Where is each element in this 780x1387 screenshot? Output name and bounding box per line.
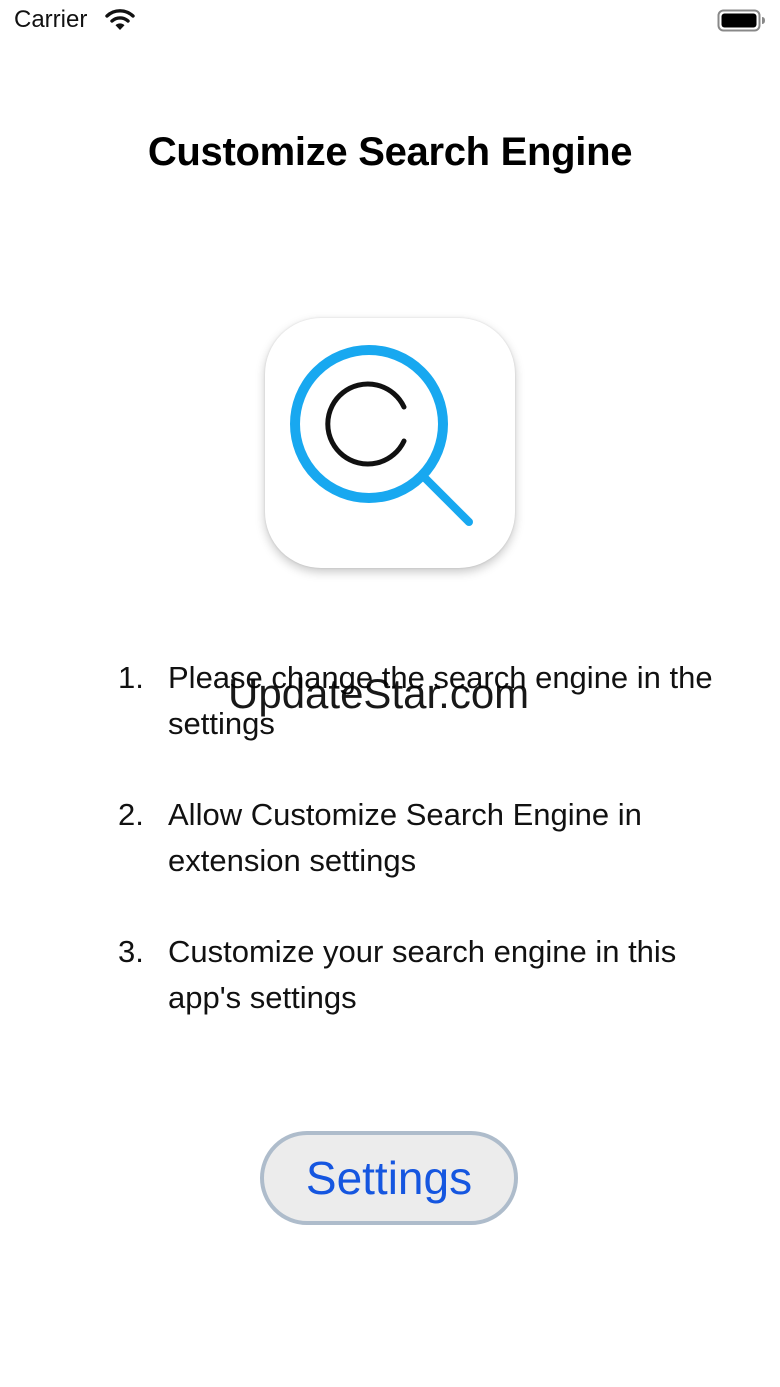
list-item: 1. Please change the search engine in th…: [118, 655, 718, 747]
step-number: 2.: [118, 797, 144, 832]
magnifier-c-icon: [290, 345, 473, 526]
instructions-list: 1. Please change the search engine in th…: [118, 655, 718, 1066]
step-text: Allow Customize Search Engine in extensi…: [168, 797, 642, 878]
step-number: 1.: [118, 660, 144, 695]
step-number: 3.: [118, 934, 144, 969]
settings-button[interactable]: Settings: [260, 1131, 518, 1225]
page-title: Customize Search Engine: [147, 130, 633, 174]
app-icon: [265, 318, 515, 568]
carrier-label: Carrier: [14, 6, 88, 33]
step-text: Please change the search engine in the s…: [168, 660, 713, 741]
step-text: Customize your search engine in this app…: [168, 934, 677, 1015]
list-item: 3. Customize your search engine in this …: [118, 929, 718, 1021]
battery-icon: [717, 9, 767, 38]
list-item: 2. Allow Customize Search Engine in exte…: [118, 792, 718, 884]
status-bar: Carrier: [0, 0, 780, 44]
wifi-icon: [105, 8, 135, 37]
